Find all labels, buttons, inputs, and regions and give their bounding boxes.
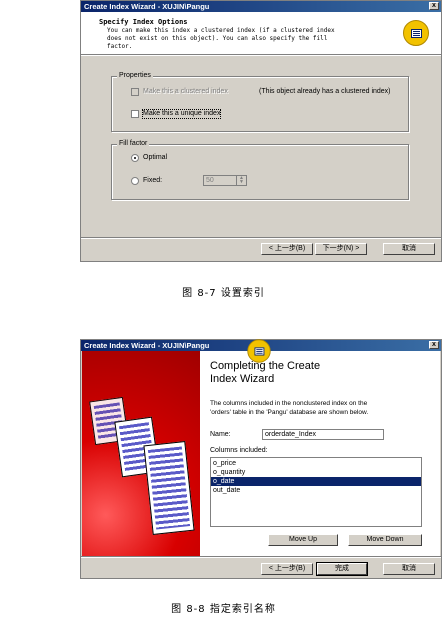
heading-line: Completing the Create [210,360,321,372]
columns-listbox[interactable]: o_price o_quantity o_date out_date [210,457,422,527]
footer-separator [81,237,441,239]
list-item-selected[interactable]: o_date [211,477,421,486]
name-input[interactable]: orderdate_Index [262,429,384,440]
unique-label[interactable]: Make this a unique index [141,109,222,119]
fixed-value: 50 [206,177,214,184]
finish-button[interactable]: 完成 [316,562,368,576]
list-item[interactable]: o_quantity [211,468,421,477]
clustered-note: (This object already has a clustered ind… [259,88,391,95]
header-description: You can make this index a clustered inde… [107,27,335,51]
move-down-button[interactable]: Move Down [348,534,422,546]
heading-line: Index Wizard [210,373,275,385]
back-button[interactable]: < 上一步(B) [261,243,313,255]
clustered-label: Make this a clustered index [143,88,228,95]
index-options-dialog: Create Index Wizard - XUJIN\Pangu x Spec… [80,0,442,262]
move-up-button[interactable]: Move Up [268,534,338,546]
wizard-content: Completing the Create Index Wizard The c… [200,339,440,556]
optimal-label[interactable]: Optimal [143,154,167,162]
wizard-heading: Completing the Create Index Wizard [210,360,320,386]
wizard-icon [403,20,429,46]
cancel-button[interactable]: 取消 [383,563,435,575]
properties-legend: Properties [117,72,153,80]
clustered-checkbox [131,88,139,96]
wizard-description: The columns included in the nonclustered… [210,399,368,417]
name-label: Name: [210,431,231,438]
properties-group [111,76,409,132]
fixed-value-spinner: 50 ▲ ▼ [203,175,247,186]
back-button[interactable]: < 上一步(B) [261,563,313,575]
figure-caption-8-8: 图 8-8 指定索引名称 [171,604,276,615]
unique-checkbox[interactable] [131,110,139,118]
document-graphic [143,441,195,535]
close-button[interactable]: x [429,2,439,10]
header-desc-line: does not exist on this object). You can … [107,35,328,42]
wizard-header: Specify Index Options You can make this … [81,12,441,54]
header-desc-line: You can make this index a clustered inde… [107,27,335,34]
header-title: Specify Index Options [99,18,188,26]
completing-wizard-dialog: Create Index Wizard - XUJIN\Pangu x Comp… [80,339,442,579]
desc-line: 'orders' table in the 'Pangu' database a… [210,409,369,416]
dialog-title: Create Index Wizard - XUJIN\Pangu [84,2,210,11]
header-desc-line: factor. [107,43,133,50]
next-button[interactable]: 下一步(N) > [315,243,367,255]
fill-factor-legend: Fill factor [117,140,150,148]
figure-caption-8-7: 图 8-7 设置索引 [182,288,265,299]
columns-label: Columns included: [210,447,268,454]
fixed-radio[interactable] [131,177,139,185]
spinner-arrows-icon: ▲ ▼ [236,176,246,185]
list-item[interactable]: out_date [211,486,421,495]
footer-separator [81,556,441,558]
dialog-titlebar: Create Index Wizard - XUJIN\Pangu x [81,1,441,12]
cancel-button[interactable]: 取消 [383,243,435,255]
close-button[interactable]: x [429,341,439,349]
desc-line: The columns included in the nonclustered… [210,400,368,407]
header-separator [81,54,441,56]
fill-factor-group [111,144,409,200]
dialog-title: Create Index Wizard - XUJIN\Pangu [84,341,210,350]
fixed-label[interactable]: Fixed: [143,177,162,185]
list-item[interactable]: o_price [211,459,421,468]
wizard-side-graphic [82,351,200,556]
wizard-icon [247,339,271,363]
optimal-radio[interactable] [131,154,139,162]
